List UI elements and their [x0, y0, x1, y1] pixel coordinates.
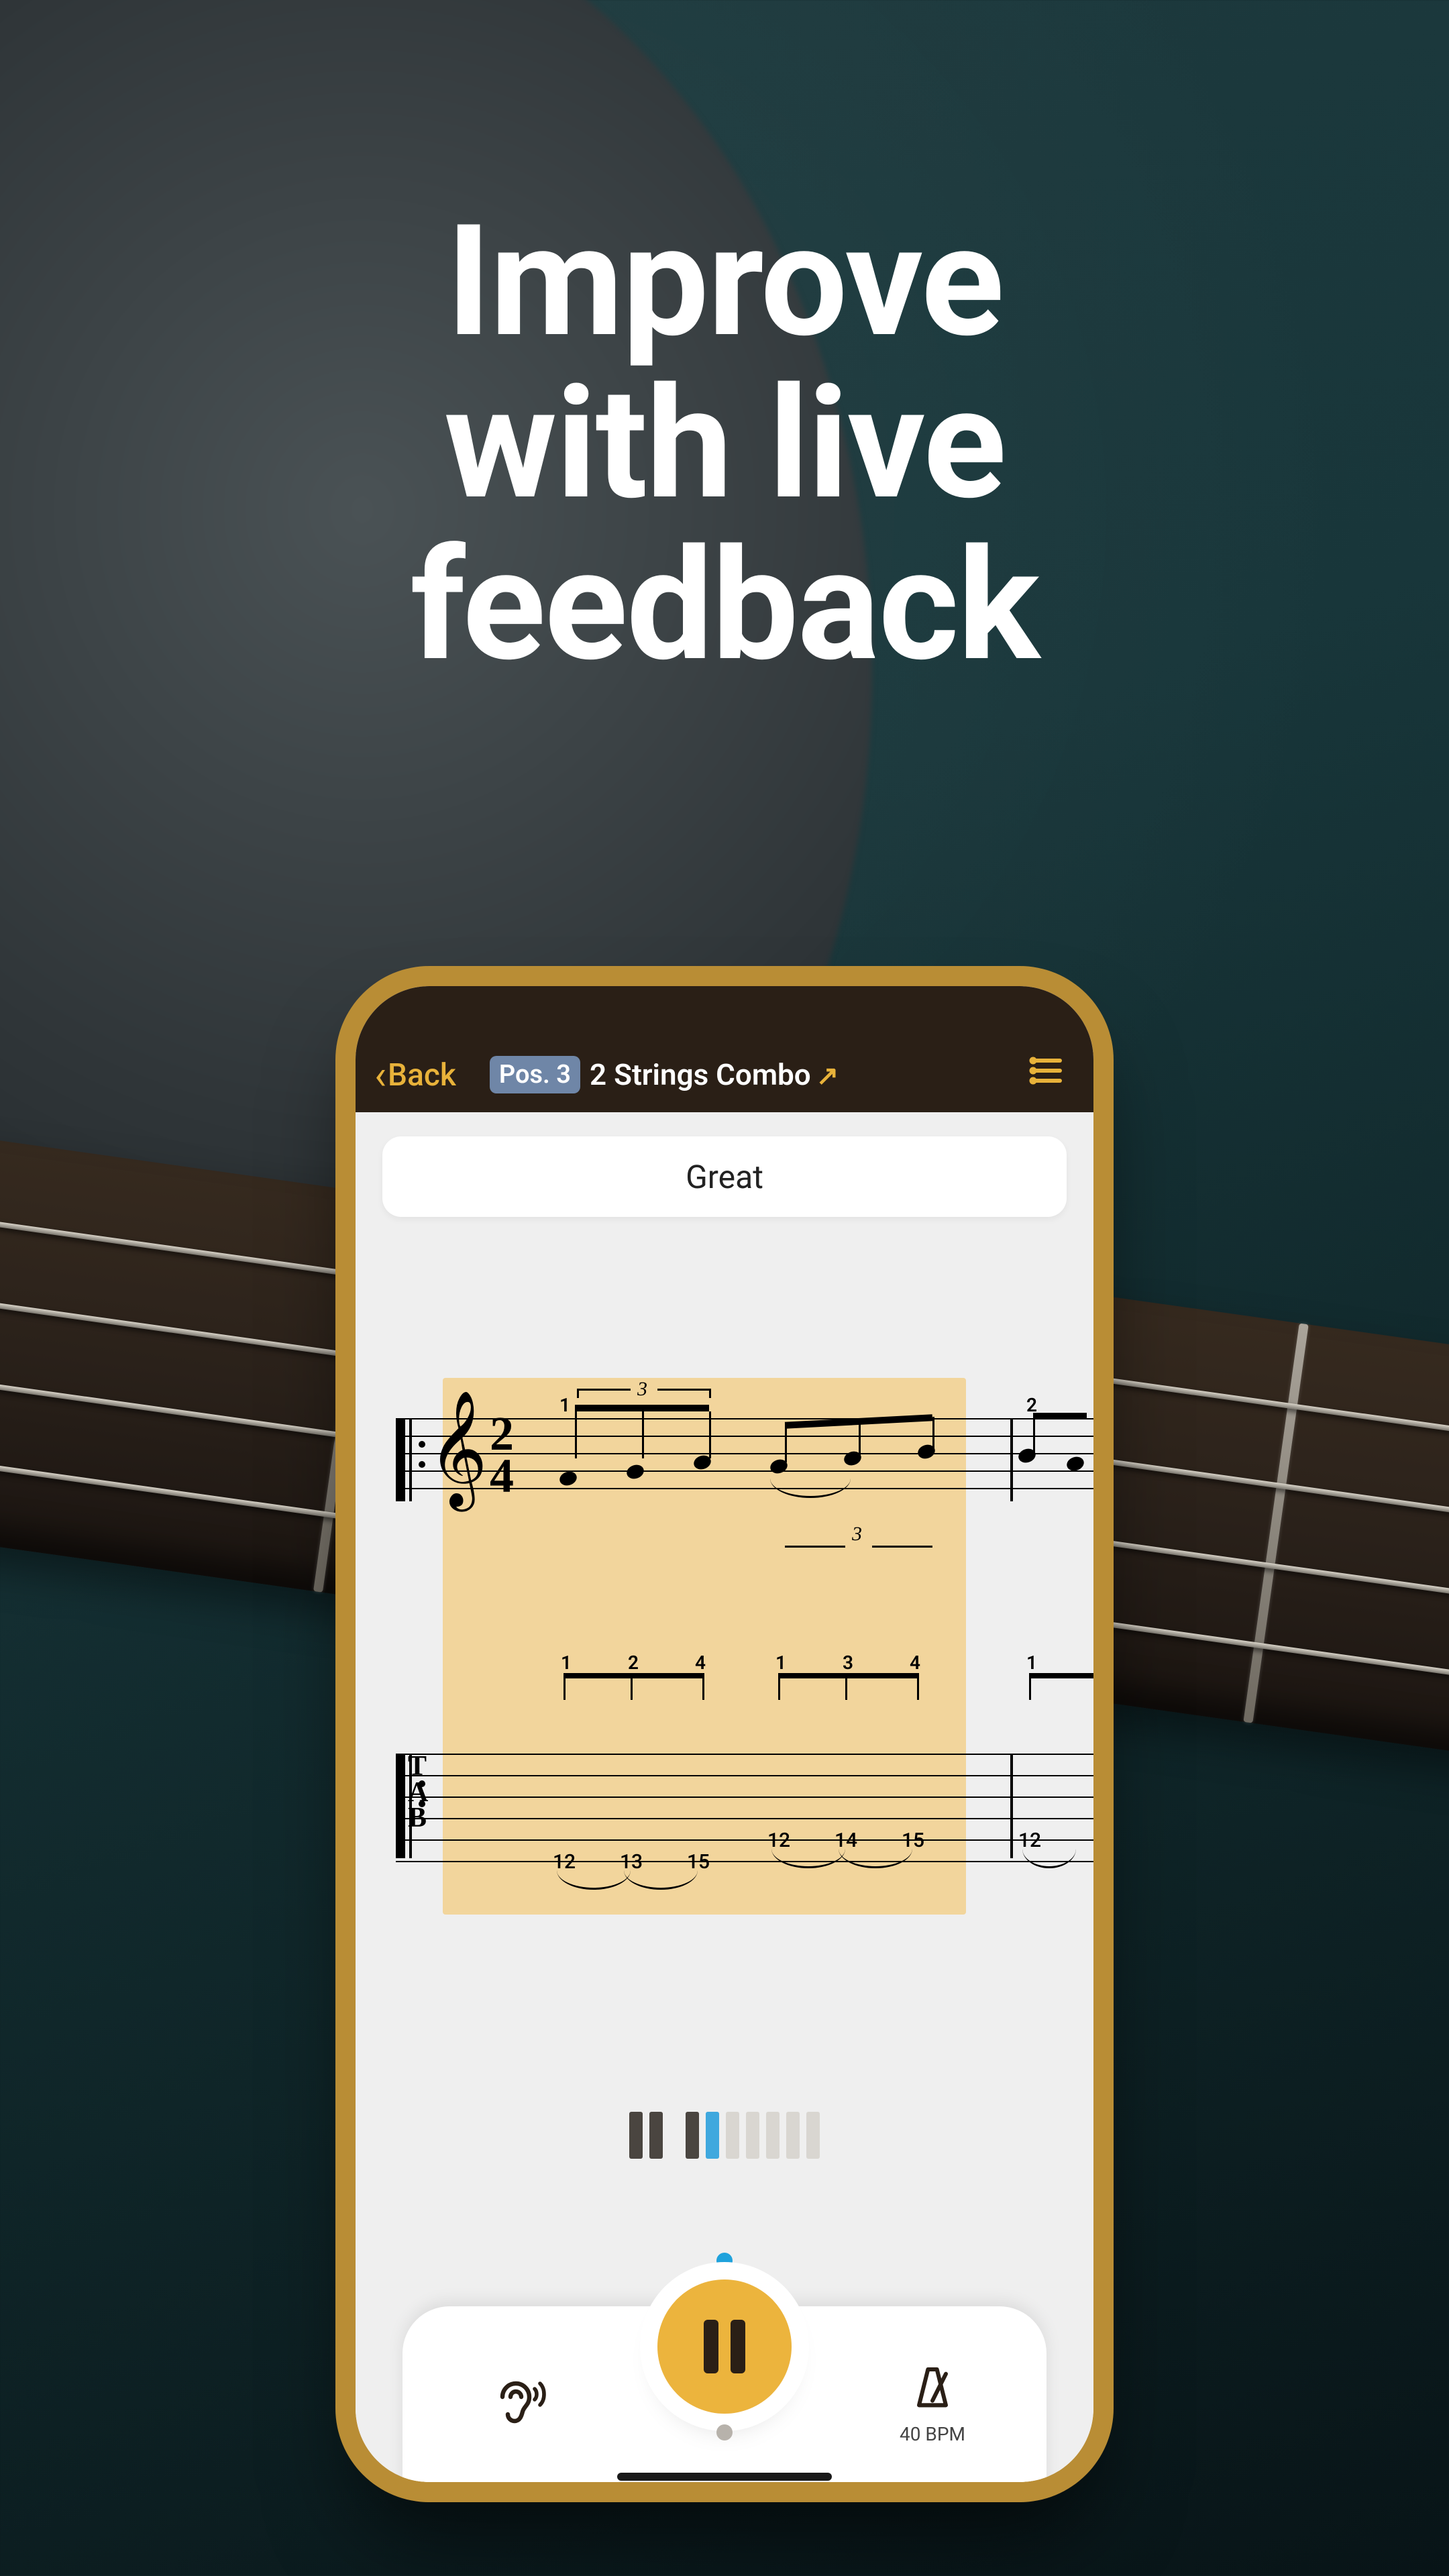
marketing-headline: Improve with live feedback: [0, 201, 1449, 688]
progress-seg: [649, 2112, 663, 2159]
phone-mockup: ‹ Back Pos. 3 2 Strings Combo↗ Great: [356, 986, 1093, 2482]
progress-seg: [766, 2112, 780, 2159]
treble-clef-icon: 𝄞: [428, 1391, 488, 1509]
time-signature: 2 4: [490, 1413, 514, 1498]
position-badge: Pos. 3: [490, 1056, 580, 1093]
progress-strip: [629, 2112, 820, 2159]
progress-seg: [746, 2112, 759, 2159]
progress-seg: [629, 2112, 643, 2159]
lesson-title-group[interactable]: Pos. 3 2 Strings Combo↗: [490, 1056, 839, 1093]
menu-lines-icon: [1026, 1051, 1067, 1091]
bpm-label: 40 BPM: [900, 2423, 965, 2445]
lesson-title: 2 Strings Combo↗: [590, 1057, 839, 1092]
metronome-icon: [906, 2363, 959, 2416]
external-arrow-icon: ↗: [816, 1060, 839, 1091]
ear-icon: [484, 2370, 548, 2434]
rhythm-row: 1 2 4 1 3 4 1: [436, 1660, 1053, 1700]
tuner-indicator-top: [716, 2253, 733, 2269]
metronome-button[interactable]: 40 BPM: [900, 2363, 965, 2445]
repeat-barline-notation: [396, 1418, 405, 1501]
controls: 40 BPM: [356, 2246, 1093, 2482]
progress-seg: [726, 2112, 739, 2159]
tab-staff: [396, 1754, 1093, 1862]
feedback-banner: Great: [382, 1136, 1067, 1217]
play-pause-wrap: [657, 2279, 792, 2414]
tuner-indicator-bottom: [716, 2424, 733, 2440]
nav-bar: ‹ Back Pos. 3 2 Strings Combo↗: [356, 986, 1093, 1112]
barline-tab: [1010, 1754, 1013, 1858]
repeat-barline-tab: [396, 1754, 405, 1858]
menu-button[interactable]: [1026, 1051, 1067, 1093]
progress-seg: [786, 2112, 800, 2159]
pause-button[interactable]: [657, 2279, 792, 2414]
home-indicator: [617, 2473, 832, 2481]
feedback-text: Great: [686, 1158, 763, 1196]
chevron-left-icon: ‹: [374, 1063, 386, 1087]
back-button[interactable]: ‹ Back: [374, 1057, 456, 1093]
progress-seg-current: [706, 2112, 719, 2159]
back-label: Back: [388, 1057, 456, 1093]
barline-notation: [1010, 1418, 1013, 1501]
progress-seg: [686, 2112, 699, 2159]
tab-label: T A B: [408, 1754, 429, 1831]
tuplet-label: 3: [637, 1378, 647, 1401]
listen-button[interactable]: [484, 2370, 548, 2437]
content-area: Great 𝄞 2 4 3 3: [356, 1112, 1093, 2482]
headline-line1: Improve with live feedback: [0, 201, 1449, 688]
progress-gap: [669, 2112, 679, 2159]
pause-icon: [704, 2320, 745, 2373]
progress-seg: [806, 2112, 820, 2159]
tuplet-label: 3: [852, 1523, 862, 1546]
